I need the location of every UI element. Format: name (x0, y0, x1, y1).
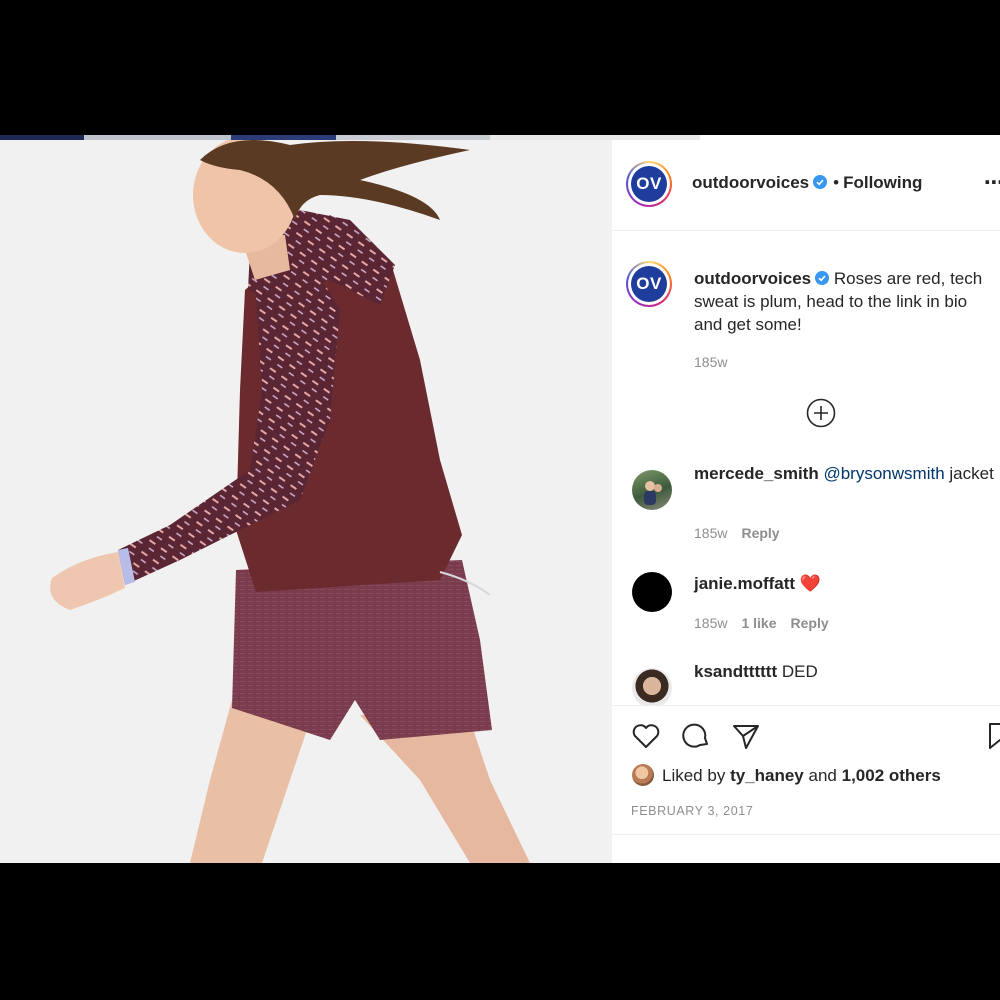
commenter-avatar[interactable] (632, 470, 672, 510)
post-photo[interactable] (0, 140, 612, 863)
avatar-logo-text: OV (631, 266, 667, 302)
verified-badge-icon (813, 175, 828, 189)
post-date[interactable]: FEBRUARY 3, 2017 (631, 804, 753, 818)
comment-username[interactable]: mercede_smith (694, 464, 819, 483)
liker-avatar[interactable] (632, 764, 654, 786)
comment-text: DED (781, 662, 818, 681)
avatar-photo (644, 481, 662, 505)
reply-button[interactable]: Reply (791, 615, 829, 631)
more-dots-icon[interactable]: ⋯ (984, 170, 1000, 195)
runner-illustration (50, 140, 530, 863)
comment-username[interactable]: ksandtttttt (694, 662, 777, 681)
comment-text: ❤️ (799, 574, 821, 593)
likes-prefix: Liked by (662, 766, 726, 785)
comment-body: ksandtttttt DED (694, 660, 994, 683)
comment-timestamp[interactable]: 185w (694, 615, 727, 631)
commenter-avatar[interactable] (632, 572, 672, 612)
comment-body: mercede_smith @brysonwsmith jacket (694, 462, 994, 485)
follow-separator: • (833, 173, 840, 192)
avatar-logo-text: OV (631, 166, 667, 202)
add-comment-bar[interactable] (612, 834, 1000, 863)
commenter-avatar[interactable] (632, 668, 672, 708)
comment-body: janie.moffatt ❤️ (694, 572, 994, 595)
following-button[interactable]: Following (843, 173, 922, 192)
bookmark-icon[interactable] (984, 720, 1000, 752)
post-header: OV outdoorvoices • Following ⋯ (612, 140, 1000, 231)
comment-icon[interactable] (680, 720, 712, 752)
post-actions: Liked by ty_haney and 1,002 others FEBRU… (612, 705, 1000, 863)
share-icon[interactable] (730, 720, 762, 752)
header-username[interactable]: outdoorvoices (692, 173, 809, 192)
plus-circle-icon[interactable] (806, 398, 836, 428)
likes-joiner: and (808, 766, 837, 785)
instagram-post: OV outdoorvoices • Following ⋯ OV outdoorv… (0, 135, 1000, 863)
caption-timestamp[interactable]: 185w (694, 354, 727, 370)
comment-text: jacket (949, 464, 994, 483)
caption: outdoorvoices Roses are red, tech sweat … (694, 267, 994, 374)
post-side-panel: OV outdoorvoices • Following ⋯ OV outdoorv… (612, 140, 1000, 863)
comment-meta: 185w Reply (694, 525, 794, 541)
comment-username[interactable]: janie.moffatt (694, 574, 795, 593)
likes-summary: Liked by ty_haney and 1,002 others (632, 764, 941, 786)
caption-username[interactable]: outdoorvoices (694, 269, 811, 288)
comment-likes-count[interactable]: 1 like (741, 615, 776, 631)
reply-button[interactable]: Reply (741, 525, 779, 541)
comment-mention[interactable]: @brysonwsmith (823, 464, 944, 483)
likes-user[interactable]: ty_haney (730, 766, 804, 785)
verified-badge-icon (815, 271, 830, 285)
caption-avatar[interactable]: OV (626, 261, 672, 307)
account-avatar[interactable]: OV (626, 161, 672, 207)
comment-timestamp[interactable]: 185w (694, 525, 727, 541)
heart-icon[interactable] (630, 720, 662, 752)
likes-others[interactable]: 1,002 others (842, 766, 941, 785)
comment-meta: 185w 1 like Reply (694, 615, 843, 631)
